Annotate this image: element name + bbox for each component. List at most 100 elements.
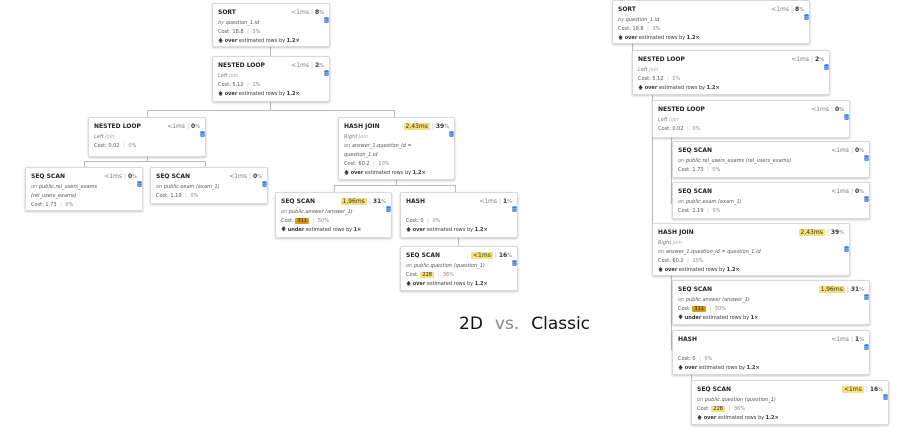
- node-estimate: 🡇 under estimated rows by 1×: [678, 315, 759, 321]
- database-icon[interactable]: [864, 155, 869, 161]
- caption-2d: 2D: [459, 314, 483, 334]
- database-icon[interactable]: [512, 206, 517, 212]
- node-cost: Cost: 311 | 50%: [678, 306, 726, 312]
- node-time: <1ms | 16%: [471, 252, 512, 259]
- database-icon[interactable]: [386, 206, 391, 212]
- database-icon[interactable]: [824, 64, 829, 70]
- plan-node-nested-loop[interactable]: NESTED LOOP <1ms | 0% Left Join Cost: 0.02…: [88, 117, 206, 157]
- node-time: <1ms | 0%: [104, 173, 137, 180]
- connector: [147, 110, 148, 117]
- caption-classic: Classic: [531, 314, 591, 334]
- node-time: <1ms | 1%: [479, 198, 512, 205]
- plan-node-hash[interactable]: HASH <1ms | 1% Cost: 0 | 0% 🡅 over estimat…: [400, 192, 518, 238]
- node-time: <1ms | 0%: [831, 188, 864, 195]
- node-time: <1ms | 16%: [842, 386, 883, 393]
- node-time: 1,96ms | 31%: [340, 198, 386, 205]
- node-name: SORT: [218, 9, 236, 16]
- plan-node-seq-scan[interactable]: SEQ SCAN <1ms | 16% on public.question (qu…: [691, 380, 889, 425]
- node-name: SORT: [618, 6, 636, 13]
- node-detail: Left Join: [658, 117, 679, 123]
- database-icon[interactable]: [324, 70, 329, 76]
- node-estimate: 🡅 over estimated rows by 1.2×: [618, 35, 700, 41]
- database-icon[interactable]: [844, 246, 849, 252]
- node-detail: on public.exam (exam_1): [678, 199, 742, 205]
- node-cost: Cost: 1.73 | 0%: [31, 202, 74, 208]
- node-cost: Cost: 0 | 0%: [406, 218, 441, 224]
- arrow-up-icon: 🡅: [218, 91, 224, 97]
- database-icon[interactable]: [200, 131, 205, 137]
- connector: [394, 110, 395, 117]
- plan-node-sort[interactable]: SORT <1ms | 8% by question_1.id Cost: 18.8…: [612, 0, 810, 44]
- plan-node-hash-join[interactable]: HASH JOIN 2,43ms | 39% Right Join on answe…: [652, 223, 850, 276]
- node-cost: Cost: 228 | 36%: [697, 406, 745, 412]
- node-cost: Cost: 18.8 | 3%: [618, 26, 661, 32]
- node-detail: by question_1.id: [218, 20, 260, 26]
- plan-node-seq-scan[interactable]: SEQ SCAN <1ms | 0% on public.rel_users_exa…: [672, 141, 870, 178]
- database-icon[interactable]: [844, 114, 849, 120]
- node-name: NESTED LOOP: [94, 123, 141, 130]
- node-name: SEQ SCAN: [697, 386, 731, 393]
- node-name: HASH JOIN: [658, 229, 694, 236]
- node-time: <1ms | 8%: [771, 6, 804, 13]
- node-time: <1ms | 0%: [229, 173, 262, 180]
- caption-vs: vs.: [494, 314, 520, 334]
- node-detail: on public.exam (exam_1): [156, 184, 220, 190]
- node-name: SEQ SCAN: [678, 286, 712, 293]
- node-name: NESTED LOOP: [658, 106, 705, 113]
- node-detail: Left Join: [94, 134, 115, 140]
- plan-node-hash[interactable]: HASH <1ms | 1% Cost: 0 | 0% 🡅 over estimat…: [672, 330, 870, 375]
- node-time: 2,43ms | 39%: [403, 123, 449, 130]
- plan-node-seq-scan[interactable]: SEQ SCAN 1,96ms | 31% on public.answer (an…: [275, 192, 392, 238]
- node-time: 2,43ms | 39%: [798, 229, 844, 236]
- database-icon[interactable]: [137, 181, 142, 187]
- node-detail: on public.rel_users_exams (rel_users_exa…: [31, 184, 98, 199]
- connector: [84, 161, 205, 162]
- node-spacer: [406, 208, 512, 217]
- database-icon[interactable]: [804, 14, 809, 20]
- connector: [334, 185, 455, 186]
- database-icon[interactable]: [883, 394, 888, 400]
- arrow-up-icon: 🡅: [218, 38, 224, 44]
- node-estimate: 🡅 over estimated rows by 1.2×: [697, 415, 779, 421]
- plan-node-seq-scan[interactable]: SEQ SCAN <1ms | 0% on public.exam (exam_1)…: [150, 167, 268, 204]
- plan-node-nested-loop[interactable]: NESTED LOOP <1ms | 0% Left Join Cost: 0.02…: [652, 100, 850, 138]
- connector: [270, 47, 271, 56]
- node-name: SEQ SCAN: [406, 252, 440, 259]
- database-icon[interactable]: [864, 344, 869, 350]
- node-condition: on answer_1.question_id = question_1.id: [344, 143, 412, 158]
- node-cost: Cost: 60.2 | 10%: [658, 258, 704, 264]
- arrow-up-icon: 🡅: [406, 227, 412, 233]
- node-estimate: 🡅 over estimated rows by 1.2×: [406, 227, 488, 233]
- node-cost: Cost: 18.8 | 3%: [218, 29, 261, 35]
- database-icon[interactable]: [864, 196, 869, 202]
- plan-node-seq-scan[interactable]: SEQ SCAN <1ms | 16% on public.question (qu…: [400, 246, 518, 291]
- plan-node-seq-scan[interactable]: SEQ SCAN 1,96ms | 31% on public.answer (an…: [672, 280, 870, 325]
- database-icon[interactable]: [512, 260, 517, 266]
- node-detail: Right Join: [658, 240, 682, 246]
- node-detail: on public.answer (answer_1): [678, 297, 750, 303]
- plan-node-nested-loop[interactable]: NESTED LOOP <1ms | 2% Left Join Cost: 5.12…: [212, 56, 330, 102]
- node-detail: on public.answer (answer_1): [281, 209, 353, 215]
- plan-node-seq-scan[interactable]: SEQ SCAN <1ms | 0% on public.exam (exam_1)…: [672, 182, 870, 219]
- plan-node-seq-scan[interactable]: SEQ SCAN <1ms | 0% on public.rel_users_exa…: [25, 167, 143, 211]
- node-detail: Right Join: [344, 134, 368, 140]
- plan-node-hash-join[interactable]: HASH JOIN 2,43ms | 39% Right Join on answe…: [338, 117, 455, 180]
- plan-node-sort[interactable]: SORT <1ms | 8% by question_1.id Cost: 18.8…: [212, 3, 330, 47]
- connector: [334, 185, 335, 192]
- database-icon[interactable]: [864, 294, 869, 300]
- arrow-up-icon: 🡅: [344, 170, 350, 176]
- database-icon[interactable]: [262, 181, 267, 187]
- node-cost: Cost: 311 | 50%: [281, 218, 329, 224]
- node-estimate: 🡇 under estimated rows by 1×: [281, 227, 362, 233]
- database-icon[interactable]: [449, 131, 454, 137]
- node-condition: on answer_1.question_id = question_1.id: [658, 249, 761, 255]
- node-name: HASH JOIN: [344, 123, 380, 130]
- database-icon[interactable]: [324, 17, 329, 23]
- node-cost: Cost: 228 | 36%: [406, 272, 454, 278]
- node-estimate: 🡅 over estimated rows by 1.2×: [344, 170, 426, 176]
- node-cost: Cost: 5.12 | 1%: [638, 76, 681, 82]
- node-name: HASH: [406, 198, 426, 205]
- node-cost: Cost: 1.19 | 0%: [678, 208, 721, 214]
- node-cost: Cost: 5.12 | 1%: [218, 82, 261, 88]
- plan-node-nested-loop[interactable]: NESTED LOOP <1ms | 2% Left Join Cost: 5.12…: [632, 50, 830, 95]
